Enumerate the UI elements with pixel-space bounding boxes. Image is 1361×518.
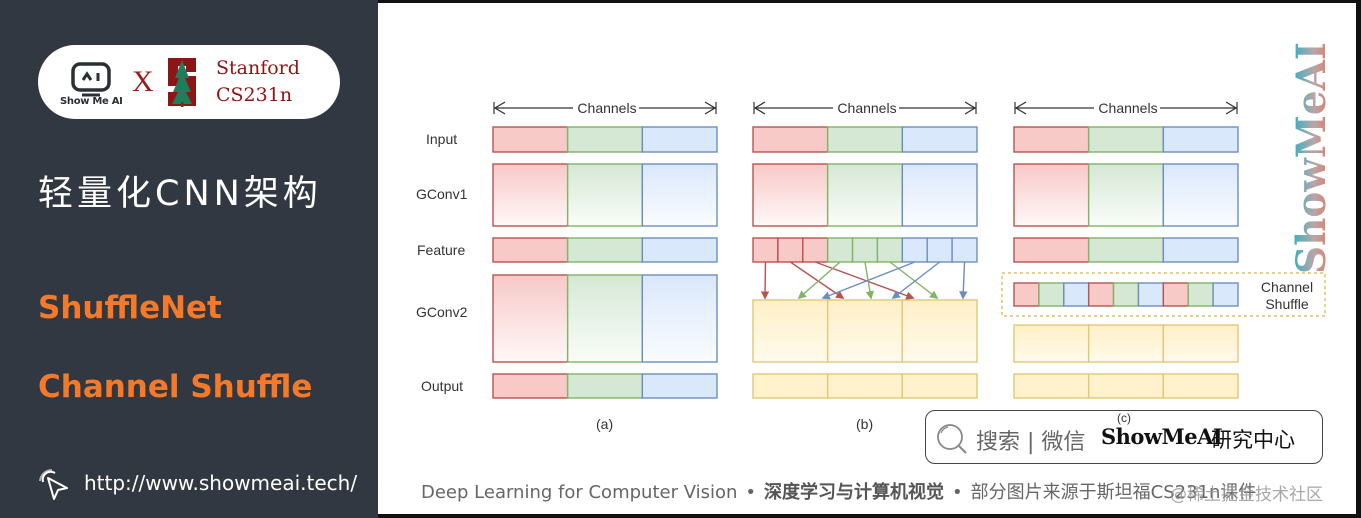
feature-group-red-a — [492, 237, 569, 263]
gconv2-group-0-c — [1013, 324, 1090, 363]
footer-separator-2: • — [952, 482, 963, 503]
shuffled-channel-7 — [1187, 282, 1214, 307]
feature-group-blue-c — [1162, 237, 1239, 263]
feature-group-red-c — [1013, 237, 1090, 263]
shuffled-channel-2 — [1063, 282, 1090, 307]
row-label-output: Output — [421, 378, 464, 394]
search-suffix: 研究中心 — [1211, 428, 1295, 452]
showmeai-watermark: ShowMeAI — [1288, 42, 1335, 274]
search-icon — [937, 424, 967, 454]
shuffled-channel-6 — [1162, 282, 1189, 307]
shuffled-channel-1 — [1038, 282, 1065, 307]
shuffled-channel-0 — [1013, 282, 1040, 307]
output-group-blue-a — [641, 373, 718, 399]
feature-subgroup-3-b — [826, 237, 854, 263]
footer: Deep Learning for Computer Vision • 深度学习与计… — [421, 478, 1256, 504]
panel-caption-c: (c) — [1117, 411, 1131, 425]
row-label-feature: Feature — [417, 242, 466, 258]
row-label-gconv2: GConv2 — [416, 304, 468, 320]
shuffled-channel-5 — [1137, 282, 1165, 307]
output-group-0-c — [1013, 373, 1090, 399]
output-group-2-c — [1162, 373, 1239, 399]
input-group-red-a — [492, 126, 569, 153]
channel-shuffle-label-line2: Shuffle — [1265, 296, 1309, 312]
panel-caption-a: (a) — [596, 416, 614, 432]
channels-axis-label-c: Channels — [1098, 100, 1157, 116]
footer-course: Deep Learning for Computer Vision — [421, 482, 738, 503]
footer-separator: • — [745, 482, 757, 503]
gconv2-group-blue-a — [641, 274, 718, 363]
input-group-blue-c — [1162, 126, 1239, 153]
watermark-text: ShowMeAI — [1288, 42, 1335, 274]
gconv1-group-blue-a — [641, 163, 718, 227]
gconv2-group-red-a — [492, 274, 569, 363]
input-group-red-b — [752, 126, 829, 153]
feature-group-blue-a — [641, 237, 718, 263]
channels-axis-label-b: Channels — [837, 100, 896, 116]
input-group-red-c — [1013, 126, 1090, 153]
gconv1-group-red-c — [1013, 163, 1090, 227]
gconv1-group-blue-c — [1162, 163, 1239, 227]
gconv1-group-blue-b — [901, 163, 978, 227]
gconv2-group-2-b — [901, 299, 978, 363]
feature-subgroup-6-b — [901, 237, 928, 263]
output-group-1-b — [826, 373, 904, 399]
channels-axis-label-a: Channels — [577, 100, 636, 116]
gconv2-group-0-b — [752, 299, 829, 363]
input-group-green-a — [566, 126, 644, 153]
input-group-blue-b — [901, 126, 978, 153]
gconv2-group-green-a — [566, 274, 644, 363]
output-group-green-a — [566, 373, 644, 399]
footer-course-cn: 深度学习与计算机视觉 — [764, 482, 945, 503]
shuffle-arrow-8 — [959, 261, 968, 300]
search-brand: ShowMeAI — [1101, 424, 1223, 449]
feature-subgroup-1-b — [777, 237, 804, 263]
feature-group-green-c — [1087, 237, 1165, 263]
feature-subgroup-7-b — [926, 237, 953, 263]
gconv2-group-1-b — [826, 299, 904, 363]
input-group-blue-a — [641, 126, 718, 153]
gconv1-group-red-a — [492, 163, 569, 227]
feature-subgroup-2-b — [802, 237, 829, 263]
input-group-green-b — [826, 126, 904, 153]
output-group-red-a — [492, 373, 569, 399]
output-group-0-b — [752, 373, 829, 399]
gconv2-group-1-c — [1087, 324, 1165, 363]
search-label: 搜索 | 微信 — [976, 430, 1086, 455]
feature-group-green-a — [566, 237, 644, 263]
shuffled-channel-3 — [1087, 282, 1115, 307]
gconv1-group-green-a — [566, 163, 644, 227]
feature-subgroup-8-b — [951, 237, 978, 263]
feature-subgroup-4-b — [851, 237, 879, 263]
row-label-input: Input — [426, 131, 458, 147]
output-group-1-c — [1087, 373, 1165, 399]
gconv1-group-green-c — [1087, 163, 1165, 227]
channel-shuffle-label-line1: Channel — [1260, 279, 1314, 295]
feature-subgroup-0-b — [752, 237, 779, 263]
gconv2-group-2-c — [1162, 324, 1239, 363]
shuffled-channel-4 — [1112, 282, 1140, 307]
platform-watermark: @稀土掘金技术社区 — [1170, 485, 1323, 505]
channel-shuffle-label: Channel Shuffle — [1259, 279, 1315, 313]
gconv1-group-red-b — [752, 163, 829, 227]
panel-caption-b: (b) — [856, 416, 874, 432]
input-group-green-c — [1087, 126, 1165, 153]
gconv1-group-green-b — [826, 163, 904, 227]
feature-subgroup-5-b — [876, 237, 904, 263]
output-group-2-b — [901, 373, 978, 399]
shuffled-channel-8 — [1212, 282, 1239, 307]
shuffle-arrow-2 — [814, 261, 915, 300]
row-label-gconv1: GConv1 — [416, 186, 468, 202]
